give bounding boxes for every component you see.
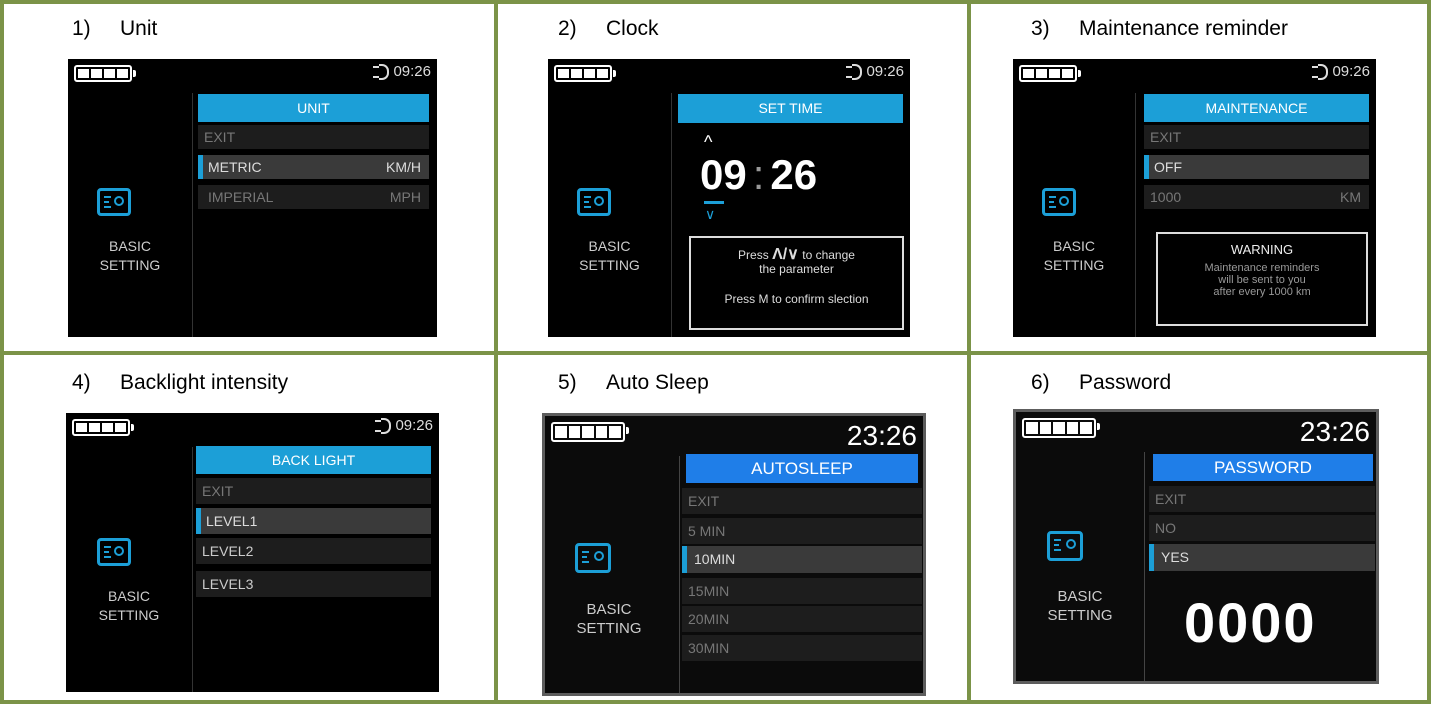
selection-underline (704, 201, 724, 204)
settings-icon (575, 543, 611, 573)
grid-divider-vertical-1 (494, 0, 498, 704)
status-clock: 09:26 (1312, 63, 1370, 80)
battery-icon (72, 419, 134, 436)
menu-item-exit[interactable]: EXIT (682, 488, 922, 514)
menu-item-exit[interactable]: EXIT (196, 478, 431, 504)
warning-box: WARNING Maintenance reminders will be se… (1156, 232, 1368, 326)
info-box: Press Λ/∨ to change the parameter Press … (689, 236, 904, 330)
screen-password: 23:26 BASIC SETTING PASSWORD EXIT NO YES … (1013, 409, 1379, 684)
side-label: BASIC SETTING (1043, 238, 1105, 273)
menu-item-no[interactable]: NO (1149, 515, 1375, 541)
menu-item-10min[interactable]: 10MIN (682, 546, 922, 573)
grid-divider-vertical-2 (967, 0, 971, 704)
battery-icon (74, 65, 136, 82)
side-label: BASIC SETTING (1047, 588, 1113, 624)
headlight-icon (375, 418, 392, 434)
menu-item-15min[interactable]: 15MIN (682, 578, 922, 604)
status-clock: 09:26 (846, 63, 904, 80)
screen-autosleep: 23:26 BASIC SETTING AUTOSLEEP EXIT 5 MIN … (542, 413, 926, 696)
headlight-icon (373, 64, 390, 80)
menu-item-20min[interactable]: 20MIN (682, 606, 922, 632)
battery-icon (1019, 65, 1081, 82)
screen-backlight: 09:26 BASIC SETTING BACK LIGHT EXIT LEVEL… (66, 413, 439, 692)
up-down-arrows-icon: Λ/∨ (772, 246, 799, 263)
headlight-icon (1312, 64, 1329, 80)
menu-header: SET TIME (678, 94, 903, 123)
menu-item-level1[interactable]: LEVEL1 (196, 508, 431, 534)
menu-item-imperial[interactable]: IMPERIAL MPH (198, 185, 429, 209)
menu-item-5min[interactable]: 5 MIN (682, 518, 922, 544)
time-display[interactable]: 09:26 (700, 151, 817, 199)
battery-icon (1022, 418, 1100, 438)
menu-item-level3[interactable]: LEVEL3 (196, 571, 431, 597)
caption-backlight: 4) Backlight intensity (72, 371, 289, 394)
status-clock: 09:26 (375, 417, 433, 434)
battery-icon (554, 65, 616, 82)
caption-maintenance: 3) Maintenance reminder (1031, 17, 1288, 40)
menu-header: PASSWORD (1153, 454, 1373, 481)
status-clock: 09:26 (373, 63, 431, 80)
caption-unit: 1) Unit (72, 17, 158, 40)
menu-item-exit[interactable]: EXIT (1149, 486, 1375, 512)
chevron-down-icon: ∨ (705, 206, 716, 222)
settings-icon (1047, 531, 1083, 561)
menu-item-exit[interactable]: EXIT (1144, 125, 1369, 149)
side-label: BASIC SETTING (99, 238, 161, 273)
menu-item-metric[interactable]: METRIC KM/H (198, 155, 429, 179)
settings-icon (577, 188, 611, 216)
headlight-icon (846, 64, 863, 80)
menu-item-1000km[interactable]: 1000 KM (1144, 185, 1369, 209)
side-label: BASIC SETTING (98, 588, 160, 623)
menu-item-off[interactable]: OFF (1144, 155, 1369, 179)
screen-unit: 09:26 BASIC SETTING UNIT EXIT METRIC KM/H … (68, 59, 437, 337)
battery-icon (551, 422, 629, 442)
menu-item-yes[interactable]: YES (1149, 544, 1375, 571)
status-clock: 23:26 (1299, 416, 1370, 447)
caption-password: 6) Password (1031, 371, 1172, 394)
settings-icon (97, 538, 131, 566)
menu-header: UNIT (198, 94, 429, 122)
menu-item-exit[interactable]: EXIT (198, 125, 429, 149)
settings-icon (1042, 188, 1076, 216)
grid-divider-horizontal (0, 351, 1431, 355)
screen-maintenance: 09:26 BASIC SETTING MAINTENANCE EXIT OFF … (1013, 59, 1376, 337)
screen-clock: 09:26 BASIC SETTING SET TIME ^ 09:26 ∨ Pr… (548, 59, 910, 337)
caption-clock: 2) Clock (558, 17, 659, 40)
settings-icon (97, 188, 131, 216)
status-clock: 23:26 (846, 420, 917, 451)
password-code[interactable]: 0000 (1184, 590, 1317, 655)
chevron-up-icon: ^ (704, 132, 713, 152)
side-label: BASIC SETTING (576, 601, 642, 637)
menu-item-level2[interactable]: LEVEL2 (196, 538, 431, 564)
side-label: BASIC SETTING (579, 238, 640, 273)
menu-header: AUTOSLEEP (686, 454, 918, 483)
menu-header: MAINTENANCE (1144, 94, 1369, 122)
caption-autosleep: 5) Auto Sleep (558, 371, 709, 394)
menu-item-30min[interactable]: 30MIN (682, 635, 922, 661)
menu-header: BACK LIGHT (196, 446, 431, 474)
